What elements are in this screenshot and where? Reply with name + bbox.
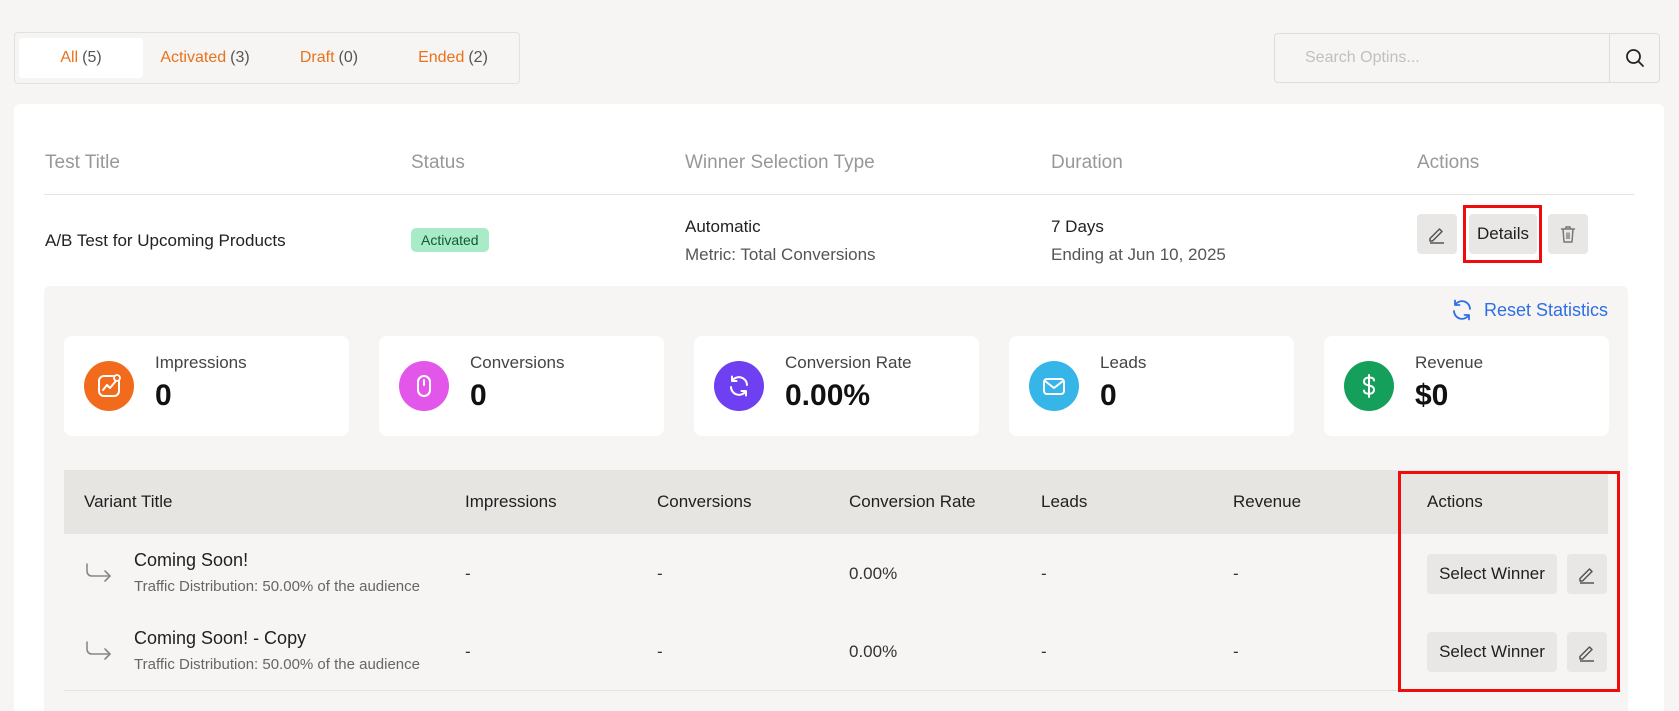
stats-row: Impressions 0 Conversions 0 Conversion R… [64,336,1609,436]
edit-test-button[interactable] [1417,214,1457,254]
select-winner-button[interactable]: Select Winner [1427,554,1557,594]
variants-table-header: Variant Title Impressions Conversions Co… [64,470,1608,534]
sync-icon [714,361,764,411]
variant-rate: 0.00% [849,642,898,661]
stat-card-conversion-rate: Conversion Rate 0.00% [694,336,979,436]
filter-tab-ended[interactable]: Ended (2) [391,38,515,78]
search-box [1274,33,1660,83]
edit-icon [1429,228,1444,244]
variant-conversions: - [657,564,663,583]
refresh-icon [1453,299,1471,321]
variant-leads: - [1041,564,1047,583]
variant-title: Coming Soon! - Copy [134,628,307,648]
stat-value: 0.00% [785,379,871,412]
chart-icon [84,361,134,411]
edit-variant-button[interactable] [1567,554,1607,594]
variant-header-actions: Actions [1427,492,1483,511]
redirect-arrow-icon [86,563,111,582]
variant-impressions: - [465,564,471,583]
stat-card-conversions: Conversions 0 [379,336,664,436]
variant-row: Coming Soon! Traffic Distribution: 50.00… [64,534,1608,612]
variant-header-rate: Conversion Rate [849,492,976,511]
stat-label: Revenue [1415,353,1484,372]
ending-date: Ending at Jun 10, 2025 [1051,245,1226,264]
tests-table-card: Test Title Status Winner Selection Type … [14,104,1664,711]
filter-tab-draft[interactable]: Draft (0) [267,38,391,78]
variant-conversions: - [657,642,663,661]
redirect-arrow-icon [86,641,111,660]
trash-icon [1561,226,1575,243]
details-button[interactable]: Details [1469,214,1537,254]
filter-tab-count: (0) [338,49,359,66]
filter-tab-label: Draft [299,49,335,66]
filter-tab-all[interactable]: All (5) [19,38,143,78]
stat-label: Conversion Rate [785,353,912,372]
delete-test-button[interactable] [1548,214,1588,254]
header-duration: Duration [1051,152,1123,173]
variant-header-leads: Leads [1041,492,1088,511]
winner-type: Automatic [685,217,761,236]
variant-distribution: Traffic Distribution: 50.00% of the audi… [134,578,420,595]
filter-tab-count: (5) [82,49,102,66]
variant-revenue: - [1233,642,1239,661]
reset-statistics-label: Reset Statistics [1483,299,1608,320]
test-title: A/B Test for Upcoming Products [45,231,286,250]
dollar-icon [1344,361,1394,411]
header-status: Status [411,152,465,173]
filter-tab-label: Ended [418,49,465,66]
variant-row: Coming Soon! - Copy Traffic Distribution… [64,612,1608,690]
variant-header-revenue: Revenue [1233,492,1302,511]
filter-tab-label: Activated [160,49,227,66]
stat-card-leads: Leads 0 [1009,336,1294,436]
variant-header-impressions: Impressions [465,492,557,511]
header-divider [44,194,1634,195]
filter-tab-activated[interactable]: Activated (3) [143,38,267,78]
mail-icon [1029,361,1079,411]
variant-rate: 0.00% [849,564,898,583]
duration: 7 Days [1051,217,1104,236]
status-badge: Activated [411,228,489,252]
variant-title: Coming Soon! [134,550,249,570]
header-actions: Actions [1417,152,1480,173]
stat-card-revenue: Revenue $0 [1324,336,1609,436]
search-input[interactable] [1275,34,1609,82]
edit-icon [1579,646,1594,662]
filter-tabs: All (5) Activated (3) Draft (0) Ended (2… [14,32,520,84]
filter-tab-count: (3) [230,49,250,66]
variant-header-conversions: Conversions [657,492,752,511]
header-test-title: Test Title [45,152,120,173]
stat-value: 0 [1100,379,1117,412]
stat-card-impressions: Impressions 0 [64,336,349,436]
variant-impressions: - [465,642,471,661]
search-icon [1625,49,1644,67]
variant-distribution: Traffic Distribution: 50.00% of the audi… [134,656,420,673]
filter-tab-count: (2) [468,49,488,66]
variant-leads: - [1041,642,1047,661]
stat-label: Conversions [470,353,565,372]
stat-value: 0 [470,379,487,412]
header-winner-type: Winner Selection Type [685,152,875,173]
winner-metric: Metric: Total Conversions [685,245,876,264]
reset-statistics-button[interactable]: Reset Statistics [1450,298,1608,322]
edit-icon [1579,568,1594,584]
stat-value: $0 [1415,379,1449,412]
stat-label: Leads [1100,353,1147,372]
search-button[interactable] [1609,34,1659,82]
stat-label: Impressions [155,353,247,372]
filter-tab-label: All [60,49,79,66]
test-details-panel: Reset Statistics Impressions 0 Conversio… [44,286,1628,711]
mouse-icon [399,361,449,411]
variant-revenue: - [1233,564,1239,583]
row-divider [64,690,1608,691]
stat-value: 0 [155,379,172,412]
variant-header-title: Variant Title [84,492,173,511]
edit-variant-button[interactable] [1567,632,1607,672]
select-winner-button[interactable]: Select Winner [1427,632,1557,672]
